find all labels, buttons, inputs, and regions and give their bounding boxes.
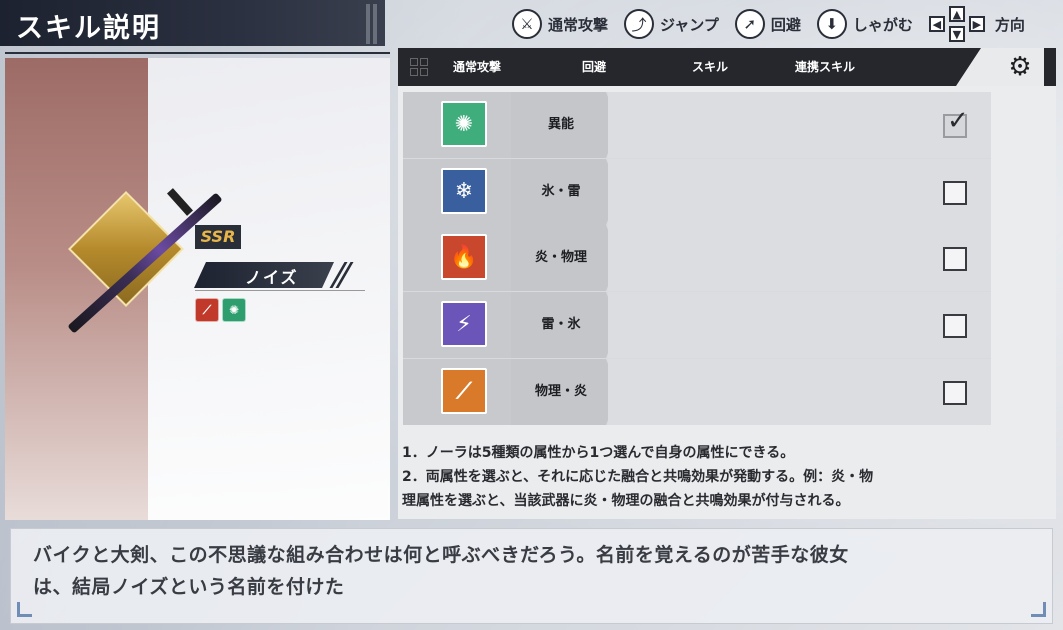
attribute-list: ✺ 異能 ✓ ❄ 氷・雷 🔥 炎・物理 ⚡ 雷・氷 ⟋ 物理・炎 <box>403 92 991 425</box>
corner-bracket-right <box>1031 602 1046 617</box>
attribute-checkbox[interactable] <box>943 314 967 338</box>
control-label-dodge: 回避 <box>770 15 801 34</box>
physical-fire-icon: ⟋ <box>195 298 219 322</box>
corner-bracket-left <box>17 602 32 617</box>
title-bars-decoration <box>366 4 380 44</box>
attribute-row-anomaly[interactable]: ✺ 異能 ✓ <box>403 92 991 158</box>
attack-icon: ⚔ <box>512 9 542 39</box>
attribute-row-ice-thunder[interactable]: ❄ 氷・雷 <box>403 159 991 225</box>
tab-skill[interactable]: スキル <box>692 48 728 86</box>
attribute-label: 氷・雷 <box>541 184 581 199</box>
attribute-checkbox[interactable] <box>943 181 967 205</box>
tab-bar: 通常攻撃 回避 スキル 連携スキル ⚙ <box>398 48 1056 86</box>
attribute-row-thunder-ice[interactable]: ⚡ 雷・氷 <box>403 292 991 358</box>
weapon-element-icons: ⟋ ✺ <box>195 298 246 322</box>
attribute-row-physical-fire[interactable]: ⟋ 物理・炎 <box>403 359 991 425</box>
tab-normal-attack[interactable]: 通常攻撃 <box>453 48 501 86</box>
attribute-checkbox[interactable] <box>943 247 967 271</box>
control-label-attack: 通常攻撃 <box>548 15 609 34</box>
control-label-direction: 方向 <box>994 15 1025 34</box>
tab-dodge[interactable]: 回避 <box>582 48 606 86</box>
description-line: 2．両属性を選ぶと、それに応じた融合と共鳴効果が発動する。例：炎・物 <box>402 469 874 485</box>
tab-bar-edge <box>1044 48 1056 86</box>
direction-keys-icon: ◀ ▲ ▼ ▶ <box>928 6 989 42</box>
row-fill <box>608 92 991 158</box>
control-label-crouch: しゃがむ <box>852 15 913 34</box>
anomaly-icon: ✺ <box>441 101 487 147</box>
title-underline <box>5 52 390 54</box>
attribute-label: 物理・炎 <box>534 384 587 399</box>
attribute-label: 炎・物理 <box>534 250 587 265</box>
checkmark-icon: ✓ <box>947 106 969 136</box>
gear-icon[interactable]: ⚙ <box>1006 53 1034 81</box>
name-underline <box>195 290 365 291</box>
weapon-panel: SSR ノイズ ⟋ ✺ <box>5 58 390 520</box>
row-fill <box>608 359 991 425</box>
weapon-name: ノイズ <box>245 268 299 287</box>
description-line: 理属性を選ぶと、当該武器に炎・物理の融合と共鳴効果が付与される。 <box>402 493 850 509</box>
fire-physical-icon: 🔥 <box>441 234 487 280</box>
row-fill <box>608 225 991 291</box>
control-label-jump: ジャンプ <box>660 15 719 34</box>
anomaly-icon: ✺ <box>222 298 246 322</box>
tab-combo-skill[interactable]: 連携スキル <box>795 48 855 86</box>
sword-guard <box>166 188 194 216</box>
control-hints: ⚔ 通常攻撃 ⤴ ジャンプ ➚ 回避 ⬇ しゃがむ ◀ ▲ ▼ ▶ 方向 <box>512 6 1035 42</box>
ice-thunder-icon: ❄ <box>441 168 487 214</box>
attribute-row-fire-physical[interactable]: 🔥 炎・物理 <box>403 225 991 291</box>
attribute-checkbox[interactable]: ✓ <box>943 106 969 138</box>
description-line: 1．ノーラは5種類の属性から1つ選んで自身の属性にできる。 <box>402 445 795 461</box>
name-slash-decoration <box>329 262 354 288</box>
attribute-description: 1．ノーラは5種類の属性から1つ選んで自身の属性にできる。 2．両属性を選ぶと、… <box>402 441 1047 513</box>
attribute-panel: 通常攻撃 回避 スキル 連携スキル ⚙ ✺ 異能 ✓ ❄ 氷・雷 � <box>398 48 1056 519</box>
flavor-text-box: バイクと大剣、この不思議な組み合わせは何と呼ぶべきだろう。名前を覚えるのが苦手な… <box>10 528 1053 624</box>
crouch-icon: ⬇ <box>816 9 847 39</box>
jump-icon: ⤴ <box>624 9 655 39</box>
attribute-checkbox[interactable] <box>943 381 967 405</box>
flavor-text: バイクと大剣、この不思議な組み合わせは何と呼ぶべきだろう。名前を覚えるのが苦手な… <box>33 539 1033 603</box>
title-bar: スキル説明 <box>0 0 385 46</box>
row-fill <box>608 292 991 358</box>
physical-fire-icon: ⟋ <box>441 368 487 414</box>
rarity-badge: SSR <box>195 225 241 249</box>
thunder-ice-icon: ⚡ <box>441 301 487 347</box>
flavor-line: バイクと大剣、この不思議な組み合わせは何と呼ぶべきだろう。名前を覚えるのが苦手な… <box>33 544 849 566</box>
row-fill <box>608 159 991 225</box>
attribute-label: 異能 <box>547 117 574 132</box>
attribute-label: 雷・氷 <box>541 317 581 332</box>
grid-icon[interactable] <box>410 58 430 78</box>
dodge-icon: ➚ <box>734 9 765 39</box>
page-title: スキル説明 <box>16 13 161 44</box>
flavor-line: は、結局ノイズという名前を付けた <box>33 576 345 598</box>
